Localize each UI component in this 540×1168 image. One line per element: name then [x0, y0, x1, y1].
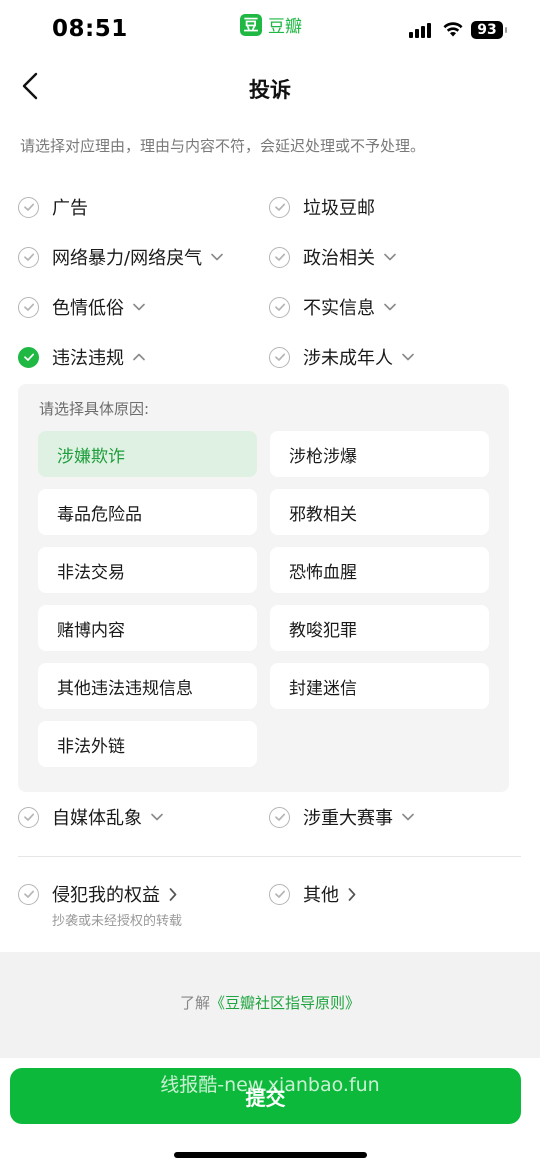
reason-option-illegal[interactable]: 违法违规	[18, 342, 145, 372]
reason-label: 不实信息	[303, 298, 375, 319]
page-title: 投诉	[249, 78, 291, 102]
chevron-up-icon[interactable]	[133, 351, 145, 363]
reason-label: 其他	[303, 885, 339, 906]
check-circle-icon[interactable]	[269, 806, 290, 828]
reason-label: 垃圾豆邮	[303, 198, 375, 219]
chevron-down-icon[interactable]	[151, 811, 163, 823]
sub-reason-chip[interactable]: 非法外链	[38, 721, 257, 767]
sub-reason-chip[interactable]: 毒品危险品	[38, 489, 257, 535]
status-time: 08:51	[52, 16, 128, 42]
reason-option-other[interactable]: 其他	[269, 879, 360, 909]
reason-option-cyberbullying[interactable]: 网络暴力/网络戾气	[18, 242, 223, 272]
sub-reason-panel: 请选择具体原因: 涉嫌欺诈 涉枪涉爆 毒品危险品 邪教相关 非法交易 恐怖血腥 赌博内容 教唆…	[18, 384, 509, 792]
sub-reason-title: 请选择具体原因:	[39, 400, 150, 418]
reason-label: 色情低俗	[52, 298, 124, 319]
chevron-down-icon[interactable]	[133, 301, 145, 313]
wifi-icon	[443, 22, 463, 37]
check-circle-icon[interactable]	[269, 883, 290, 905]
reason-option-minors[interactable]: 涉未成年人	[269, 342, 414, 372]
reason-label: 政治相关	[303, 248, 375, 269]
sub-reason-chip[interactable]: 恐怖血腥	[270, 547, 489, 593]
reason-label: 广告	[52, 198, 88, 219]
reason-option-self-media[interactable]: 自媒体乱象	[18, 802, 163, 832]
sub-reason-chip[interactable]: 封建迷信	[270, 663, 489, 709]
chevron-down-icon[interactable]	[384, 251, 396, 263]
reason-option-major-events[interactable]: 涉重大赛事	[269, 802, 414, 832]
check-circle-icon[interactable]	[269, 196, 290, 218]
app-name: 豆瓣	[268, 17, 302, 37]
divider	[18, 856, 521, 857]
reason-label: 侵犯我的权益	[52, 885, 160, 906]
status-bar: 08:51 豆 豆瓣 93	[0, 0, 540, 60]
check-circle-icon[interactable]	[18, 246, 39, 268]
reason-label: 违法违规	[52, 348, 124, 369]
chevron-down-icon[interactable]	[402, 811, 414, 823]
sub-reason-chip[interactable]: 非法交易	[38, 547, 257, 593]
rights-hint: 抄袭或未经授权的转载	[52, 914, 183, 929]
watermark: 线报酷-new.xianbao.fun	[160, 1074, 380, 1096]
check-circle-icon[interactable]	[269, 246, 290, 268]
footer-area: 了解《豆瓣社区指导原则》	[0, 952, 540, 1058]
reason-option-infringement[interactable]: 侵犯我的权益	[18, 879, 181, 909]
reason-label: 网络暴力/网络戾气	[52, 248, 203, 269]
chevron-right-icon[interactable]	[169, 887, 181, 901]
app-badge: 豆 豆瓣	[240, 12, 302, 37]
reason-label: 涉未成年人	[303, 348, 393, 369]
check-circle-icon[interactable]	[18, 196, 39, 218]
check-circle-icon[interactable]	[269, 346, 290, 368]
community-guidelines-link[interactable]: 《豆瓣社区指导原则》	[210, 994, 360, 1012]
sub-reason-chip[interactable]: 邪教相关	[270, 489, 489, 535]
check-circle-icon[interactable]	[269, 296, 290, 318]
sub-reason-chip[interactable]: 赌博内容	[38, 605, 257, 651]
douban-logo-icon: 豆	[240, 13, 262, 36]
guide-text: 了解《豆瓣社区指导原则》	[0, 992, 540, 1013]
battery-icon: 93	[471, 21, 507, 39]
reason-option-porn[interactable]: 色情低俗	[18, 292, 145, 322]
chevron-down-icon[interactable]	[211, 251, 223, 263]
sub-reason-chip[interactable]: 涉嫌欺诈	[38, 431, 257, 477]
reason-label: 自媒体乱象	[52, 808, 142, 829]
chevron-down-icon[interactable]	[402, 351, 414, 363]
sub-reason-chip[interactable]: 教唆犯罪	[270, 605, 489, 651]
chevron-right-icon[interactable]	[348, 887, 360, 901]
home-indicator	[174, 1152, 367, 1158]
checked-circle-icon[interactable]	[18, 346, 39, 368]
check-circle-icon[interactable]	[18, 806, 39, 828]
reason-label: 涉重大赛事	[303, 808, 393, 829]
check-circle-icon[interactable]	[18, 296, 39, 318]
instruction-text: 请选择对应理由，理由与内容不符，会延迟处理或不予处理。	[20, 137, 426, 155]
check-circle-icon[interactable]	[18, 883, 39, 905]
reason-option-politics[interactable]: 政治相关	[269, 242, 396, 272]
reason-option-ad[interactable]: 广告	[18, 192, 88, 222]
sub-reason-chip[interactable]: 其他违法违规信息	[38, 663, 257, 709]
chevron-down-icon[interactable]	[384, 301, 396, 313]
cellular-signal-icon	[409, 22, 431, 38]
reason-option-false-info[interactable]: 不实信息	[269, 292, 396, 322]
reason-option-spam-mail[interactable]: 垃圾豆邮	[269, 192, 375, 222]
guide-prefix: 了解	[179, 994, 210, 1012]
sub-reason-chip[interactable]: 涉枪涉爆	[270, 431, 489, 477]
